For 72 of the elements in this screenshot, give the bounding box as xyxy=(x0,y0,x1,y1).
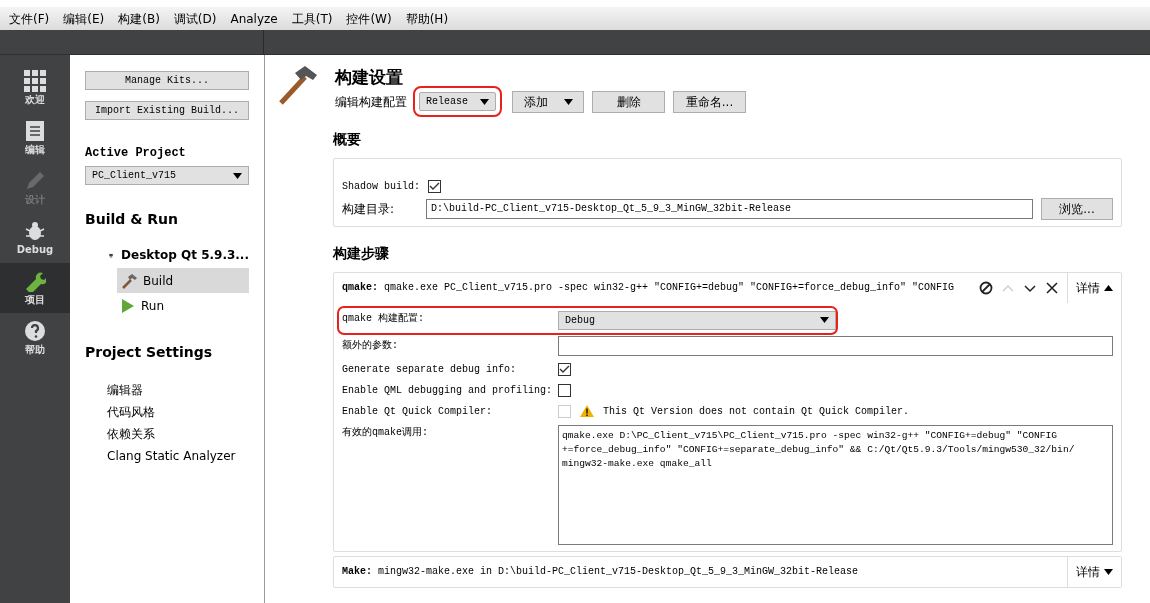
step-summary: qmake: qmake.exe PC_Client_v715.pro -spec win32-g++ "CONFIG+=debug" "CONFIG+=force_debug_info" "CONFIG xyxy=(341,281,956,295)
menu-item[interactable]: 文件(F) xyxy=(4,9,55,28)
pencil-icon xyxy=(24,169,46,192)
caret-icon xyxy=(233,172,242,179)
hammer-icon xyxy=(121,272,137,289)
help-icon xyxy=(24,319,46,342)
path-field[interactable]: D:\build-PC_Client_v715-Desktop_Qt_5_9_3_MinGW_32bit-Release xyxy=(426,198,1033,219)
mode-button[interactable]: Debug xyxy=(0,213,70,263)
field-label: Generate separate debug info: xyxy=(342,362,518,377)
settings-link[interactable]: Clang Static Analyzer xyxy=(107,449,236,463)
menu-item[interactable]: 构建(B) xyxy=(113,9,165,28)
section-heading: Project Settings xyxy=(85,343,214,362)
kit-label: Desktop Qt 5.9.3... xyxy=(121,247,249,264)
wrench-icon xyxy=(24,269,46,292)
field-label: Enable QML debugging and profiling: xyxy=(342,383,554,398)
page-title: 构建设置 xyxy=(335,66,404,89)
field-label: qmake 构建配置: xyxy=(342,311,425,326)
browse-button[interactable]: 浏览... xyxy=(1041,197,1113,220)
tree-item[interactable]: Build xyxy=(117,268,249,293)
mode-button[interactable]: 欢迎 xyxy=(0,63,70,113)
pane-button[interactable]: Manage Kits... xyxy=(85,71,249,90)
checkbox[interactable] xyxy=(558,383,571,397)
toolbar-button[interactable]: 添加 xyxy=(512,90,584,113)
section-heading: 概要 xyxy=(333,129,362,149)
config-label: 编辑构建配置 xyxy=(335,93,407,111)
checkbox[interactable] xyxy=(558,362,571,376)
menu-item[interactable]: 控件(W) xyxy=(341,9,397,28)
checkbox[interactable] xyxy=(428,179,441,193)
tree-item[interactable]: Run xyxy=(117,293,249,318)
menu-item[interactable]: Analyze xyxy=(225,9,283,28)
close-icon xyxy=(1045,280,1059,295)
field-label: 构建目录: xyxy=(342,200,396,218)
caret-down-icon xyxy=(1104,568,1113,575)
section-heading: 构建步骤 xyxy=(333,243,390,263)
caret-icon xyxy=(480,98,489,105)
settings-link[interactable]: 代码风格 xyxy=(107,405,155,419)
menu-item[interactable]: 调试(D) xyxy=(168,9,222,28)
bug-icon xyxy=(24,219,46,242)
project-combo[interactable]: PC_Client_v715 xyxy=(85,166,249,185)
menu-item[interactable]: 帮助(H) xyxy=(400,9,454,28)
step-summary: Make: mingw32-make.exe in D:\build-PC_Client_v715-Desktop_Qt_5_9_3_MinGW_32bit-Release xyxy=(341,565,860,579)
mode-button[interactable]: 编辑 xyxy=(0,113,70,163)
menu-item[interactable]: 编辑(E) xyxy=(58,9,110,28)
document-icon xyxy=(25,119,45,142)
details-button[interactable]: 详情 xyxy=(1067,556,1121,587)
settings-link[interactable]: 编辑器 xyxy=(107,383,143,397)
config-combo[interactable]: Debug xyxy=(558,310,836,330)
field-label: Shadow build: xyxy=(342,179,420,194)
menu-item[interactable]: 工具(T) xyxy=(286,9,338,28)
command-text: qmake.exe D:\PC_Client_v715\PC_Client_v715.pro -spec win32-g++ "CONFIG+=debug" "CONFIG +=force_debug_info" "CONFIG+=separate_debug_info" && C:/Qt/Qt5.9.3/Tools/mingw530_32/bin/ mingw32-make.exe qmake_all xyxy=(558,424,1113,545)
warning-icon xyxy=(579,404,595,418)
field-label: Enable Qt Quick Compiler: xyxy=(342,404,494,419)
hammer-icon xyxy=(277,65,319,107)
caret-icon xyxy=(563,98,573,105)
field-label: 额外的参数: xyxy=(342,338,399,353)
mode-button[interactable]: 帮助 xyxy=(0,313,70,363)
section-heading: Active Project xyxy=(85,145,187,162)
warning-text: This Qt Version does not contain Qt Quick Compiler. xyxy=(603,404,910,419)
toolbar-button[interactable]: 重命名... xyxy=(673,90,746,113)
details-button[interactable]: 详情 xyxy=(1067,272,1121,303)
section-heading: Build & Run xyxy=(85,210,179,229)
input-field[interactable] xyxy=(558,335,1113,356)
disable-icon xyxy=(979,280,993,295)
grid-icon xyxy=(24,69,46,92)
caret-icon xyxy=(820,317,829,323)
field-label: 有效的qmake调用: xyxy=(342,425,429,440)
toolbar-button[interactable]: 删除 xyxy=(592,90,665,113)
settings-link[interactable]: 依赖关系 xyxy=(107,427,155,441)
caret-up-icon xyxy=(1104,284,1113,291)
play-icon xyxy=(121,297,135,314)
pane-button[interactable]: Import Existing Build... xyxy=(85,101,249,120)
mode-button[interactable]: 项目 xyxy=(0,263,70,313)
